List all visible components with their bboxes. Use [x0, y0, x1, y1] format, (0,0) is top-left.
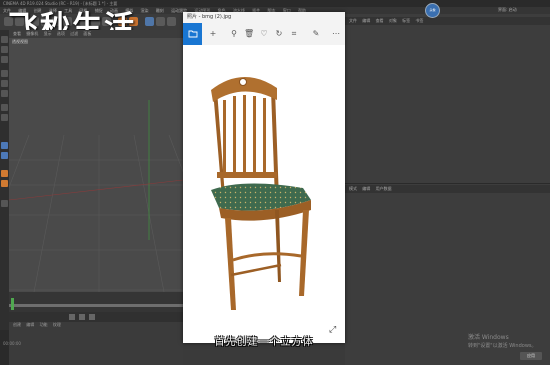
- workplane-icon[interactable]: [1, 142, 8, 149]
- folder-icon: [188, 30, 198, 38]
- viewport-menu: 查看 摄像机 显示 选项 过滤 面板: [9, 30, 183, 38]
- rotate-icon[interactable]: ↻: [274, 29, 284, 39]
- model-mode-icon[interactable]: [1, 70, 8, 77]
- am-menu-edit[interactable]: 编辑: [362, 186, 370, 191]
- panel-divider[interactable]: [345, 183, 550, 184]
- material-menu-texture[interactable]: 纹理: [53, 322, 61, 327]
- om-menu-view[interactable]: 查看: [376, 18, 384, 23]
- object-manager-menu: 文件 编辑 查看 对象 标签 书签: [345, 17, 550, 25]
- add-icon[interactable]: +: [208, 29, 218, 39]
- play-icon[interactable]: [79, 314, 85, 320]
- cube-icon[interactable]: [145, 17, 154, 26]
- avatar[interactable]: 头像: [425, 3, 440, 18]
- playhead[interactable]: [11, 298, 14, 310]
- right-panel: 文件 编辑 查看 对象 标签 书签 模式 编辑 用户数据: [345, 14, 550, 365]
- am-menu-mode[interactable]: 模式: [349, 186, 357, 191]
- points-mode-icon[interactable]: [1, 36, 8, 43]
- left-toolbar: [0, 30, 9, 330]
- viewport-menu-camera[interactable]: 摄像机: [26, 31, 38, 36]
- snap-icon[interactable]: [1, 104, 8, 111]
- solo-icon[interactable]: [1, 152, 8, 159]
- om-menu-file[interactable]: 文件: [349, 18, 357, 23]
- pen-icon[interactable]: [156, 17, 165, 26]
- material-panel: 创建 编辑 功能 纹理: [9, 322, 183, 365]
- lock-icon[interactable]: [1, 114, 8, 121]
- timeline[interactable]: [9, 292, 183, 312]
- viewer-toolbar: + ⚲ 🗑 ♡ ↻ ⌗ ✎ ⋯: [183, 23, 345, 45]
- edit-icon[interactable]: ✎: [311, 29, 321, 39]
- subdivision-icon[interactable]: [167, 17, 176, 26]
- viewport-grid: [9, 100, 183, 292]
- paint-icon[interactable]: [1, 170, 8, 177]
- zoom-icon[interactable]: ⚲: [229, 29, 239, 39]
- perspective-viewport[interactable]: 查看 摄像机 显示 选项 过滤 面板 透视视图: [9, 30, 183, 292]
- viewer-title: 照片 - bmg (2).jpg: [187, 14, 232, 20]
- om-menu-edit[interactable]: 编辑: [362, 18, 370, 23]
- texture-mode-icon[interactable]: [1, 80, 8, 87]
- layout-label[interactable]: 界面: 启动: [498, 7, 517, 13]
- side-strip: [0, 330, 9, 365]
- menu-item-sculpt[interactable]: 雕刻: [156, 7, 164, 14]
- material-menu-function[interactable]: 功能: [40, 322, 48, 327]
- material-menu-create[interactable]: 创建: [13, 322, 21, 327]
- om-menu-tags[interactable]: 标签: [402, 18, 410, 23]
- edges-mode-icon[interactable]: [1, 46, 8, 53]
- crop-icon[interactable]: ⌗: [289, 29, 299, 39]
- material-menu-edit[interactable]: 编辑: [26, 322, 34, 327]
- activation-hint: 转到"设置"以激活 Windows。: [468, 343, 537, 349]
- viewport-menu-display[interactable]: 显示: [44, 31, 52, 36]
- viewport-menu-options[interactable]: 选项: [57, 31, 65, 36]
- viewport-menu-view[interactable]: 查看: [13, 31, 21, 36]
- menu-item-render[interactable]: 渲染: [141, 7, 149, 14]
- delete-icon[interactable]: 🗑: [244, 29, 254, 39]
- attribute-manager-menu: 模式 编辑 用户数据: [345, 185, 550, 193]
- axis-mode-icon[interactable]: [1, 90, 8, 97]
- prev-frame-icon[interactable]: [69, 314, 75, 320]
- polygons-mode-icon[interactable]: [1, 56, 8, 63]
- time-readout: 00:00:00: [3, 341, 21, 346]
- windows-activation-notice: 激活 Windows 转到"设置"以激活 Windows。: [468, 334, 537, 350]
- apply-button[interactable]: 应用: [520, 352, 542, 360]
- om-menu-bookmarks[interactable]: 书签: [415, 18, 423, 23]
- chair-image: [211, 76, 311, 310]
- photo-viewer-window: 照片 - bmg (2).jpg + ⚲ 🗑 ♡ ↻ ⌗ ✎ ⋯ ⤢: [183, 12, 345, 343]
- om-menu-object[interactable]: 对象: [389, 18, 397, 23]
- folder-button[interactable]: [183, 23, 202, 45]
- viewer-titlebar: 照片 - bmg (2).jpg: [183, 12, 345, 23]
- more-icon[interactable]: ⋯: [331, 29, 341, 39]
- brush-icon[interactable]: [1, 180, 8, 187]
- favorite-icon[interactable]: ♡: [259, 29, 269, 39]
- viewport-menu-filter[interactable]: 过滤: [70, 31, 78, 36]
- layer-icon[interactable]: [1, 200, 8, 207]
- subtitle: 首先创建一个立方体: [214, 337, 314, 348]
- am-menu-userdata[interactable]: 用户数据: [376, 186, 392, 191]
- viewport-menu-panel[interactable]: 面板: [83, 31, 91, 36]
- material-menu: 创建 编辑 功能 纹理: [9, 322, 183, 328]
- activation-title: 激活 Windows: [468, 334, 509, 341]
- playback-controls: [9, 312, 183, 322]
- next-frame-icon[interactable]: [89, 314, 95, 320]
- timeline-ruler[interactable]: [9, 304, 183, 307]
